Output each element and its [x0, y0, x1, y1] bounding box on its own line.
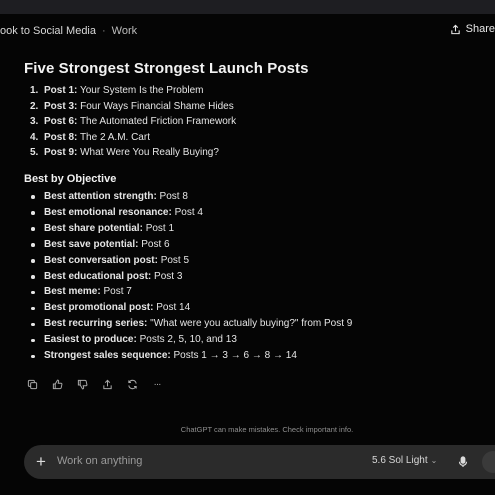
list-item: Best emotional resonance: Post 4: [24, 205, 474, 221]
copy-button[interactable]: [24, 377, 40, 391]
window-title-bar: [0, 0, 495, 14]
list-item: 4. Post 8: The 2 A.M. Cart: [30, 131, 150, 143]
message-title: Five Strongest Strongest Launch Posts: [24, 60, 309, 77]
good-response-button[interactable]: [49, 377, 65, 391]
list-item: Best promotional post: Post 14: [24, 300, 474, 316]
list-item: Best share potential: Post 1: [24, 221, 474, 237]
regenerate-icon: [127, 379, 137, 389]
add-attachment-button[interactable]: +: [32, 453, 50, 471]
regenerate-button[interactable]: [124, 377, 140, 391]
thumbs-down-icon: [77, 379, 87, 389]
list-item: 1. Post 1: Your System Is the Problem: [30, 85, 204, 96]
list-item: Best recurring series: "What were you ac…: [24, 316, 474, 332]
list-item: Best attention strength: Post 8: [24, 189, 474, 205]
breadcrumb-separator: ·: [102, 25, 106, 37]
list-item: 5. Post 9: What Were You Really Buying?: [30, 147, 219, 159]
list-item: Best conversation post: Post 5: [24, 253, 474, 269]
breadcrumb-current[interactable]: Work: [112, 25, 137, 37]
list-item: 2. Post 3: Four Ways Financial Shame Hide…: [30, 100, 234, 112]
list-item: Best educational post: Post 3: [24, 269, 474, 285]
upload-share-icon: [450, 24, 460, 34]
voice-mode-button[interactable]: [482, 451, 495, 473]
model-selector[interactable]: 5.6 Sol Light ⌄: [372, 455, 437, 466]
thumbs-up-icon: [52, 379, 62, 389]
message-actions: ···: [24, 377, 165, 391]
model-label: 5.6 Sol Light: [372, 455, 428, 466]
microphone-icon: [458, 456, 468, 467]
more-actions-button[interactable]: ···: [149, 377, 165, 391]
list-item: Strongest sales sequence: Posts 1 → 3 → …: [24, 348, 474, 364]
disclaimer: ChatGPT can make mistakes. Check importa…: [180, 425, 354, 434]
list-item: Easiest to produce: Posts 2, 5, 10, and …: [24, 332, 474, 348]
objective-list: Best attention strength: Post 8 Best emo…: [24, 189, 474, 364]
share-button[interactable]: Share: [450, 23, 495, 35]
bad-response-button[interactable]: [74, 377, 90, 391]
more-icon: ···: [153, 378, 162, 390]
copy-icon: [27, 379, 37, 389]
list-item: Best save potential: Post 6: [24, 237, 474, 253]
chevron-down-icon: ⌄: [430, 456, 438, 465]
share-label: Share: [465, 23, 495, 35]
breadcrumb: ook to Social Media · Work: [0, 25, 137, 37]
top-posts-list: 1. Post 1: Your System Is the Problem 2. P…: [24, 83, 474, 161]
share-message-button[interactable]: [99, 377, 115, 391]
assistant-message: Five Strongest Strongest Launch Posts 1.…: [24, 60, 474, 364]
plus-icon: +: [36, 452, 46, 471]
composer: + Work on anything 5.6 Sol Light ⌄: [24, 445, 495, 479]
share-icon: [102, 379, 112, 389]
breadcrumb-project-link[interactable]: ook to Social Media: [0, 25, 96, 37]
objective-heading: Best by Objective: [24, 172, 117, 185]
conversation-header: ook to Social Media · Work Share: [0, 14, 495, 48]
list-item: Best meme: Post 7: [24, 284, 474, 300]
dictate-button[interactable]: [453, 452, 473, 472]
list-item: 3. Post 6: The Automated Friction Framewo…: [30, 116, 237, 128]
prompt-input[interactable]: Work on anything: [57, 455, 142, 467]
